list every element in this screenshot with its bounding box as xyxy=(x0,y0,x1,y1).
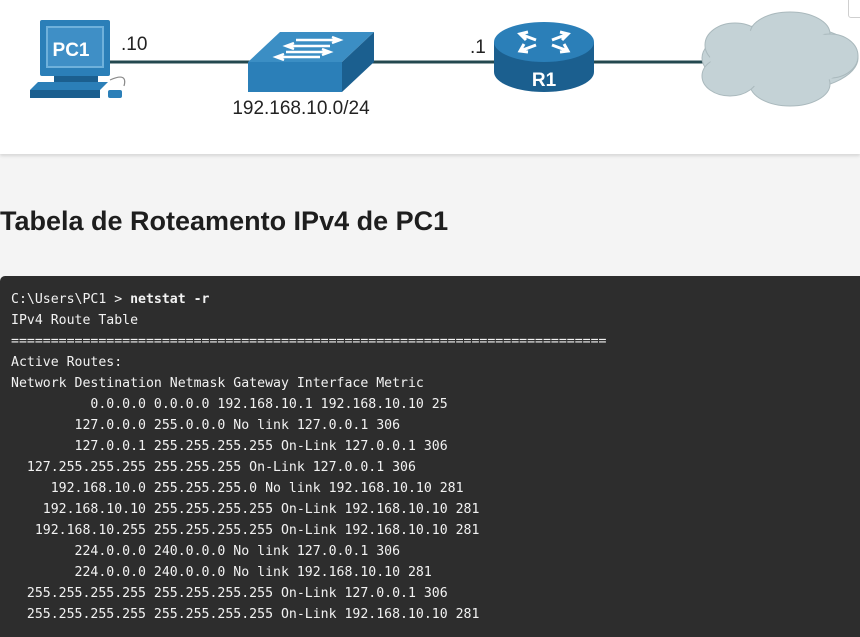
topology-svg: PC1 .10 192.168.10.0/24 .1 R1 xyxy=(30,11,859,119)
terminal-line: ========================================… xyxy=(11,334,607,349)
terminal-command: netstat -r xyxy=(130,292,210,307)
terminal-command-line: C:\Users\PC1 > netstat -r xyxy=(11,289,606,310)
terminal-line: 224.0.0.0 240.0.0.0 No link 127.0.0.1 30… xyxy=(11,544,401,559)
terminal-body: C:\Users\PC1 > netstat -r IPv4 Route Tab… xyxy=(11,289,606,625)
switch-network-label: 192.168.10.0/24 xyxy=(232,98,370,119)
network-diagram: PC1 .10 192.168.10.0/24 .1 R1 xyxy=(0,0,860,154)
terminal-line: Active Routes: xyxy=(11,355,123,370)
pc-label: PC1 xyxy=(53,40,90,61)
terminal-line: 192.168.10.0 255.255.255.0 No link 192.1… xyxy=(11,481,464,496)
terminal-line: 127.255.255.255 255.255.255 On-Link 127.… xyxy=(11,460,416,475)
router-ip-suffix: .1 xyxy=(470,37,486,58)
terminal-line: 127.0.0.0 255.0.0.0 No link 127.0.0.1 30… xyxy=(11,418,401,433)
pc-ip-suffix: .10 xyxy=(121,34,147,55)
terminal-line: 255.255.255.255 255.255.255.255 On-Link … xyxy=(11,607,480,622)
terminal-line: 0.0.0.0 0.0.0.0 192.168.10.1 192.168.10.… xyxy=(11,397,448,412)
terminal-line: 127.0.0.1 255.255.255.255 On-Link 127.0.… xyxy=(11,439,448,454)
terminal-line: Network Destination Netmask Gateway Inte… xyxy=(11,376,424,391)
terminal-prompt: C:\Users\PC1 > xyxy=(11,292,131,307)
switch-icon xyxy=(248,32,374,92)
router-label: R1 xyxy=(532,70,557,91)
terminal-line: 224.0.0.0 240.0.0.0 No link 192.168.10.1… xyxy=(11,565,432,580)
terminal-line: 192.168.10.10 255.255.255.255 On-Link 19… xyxy=(11,502,480,517)
terminal-line: IPv4 Route Table xyxy=(11,313,139,328)
page-title: Tabela de Roteamento IPv4 de PC1 xyxy=(0,206,449,236)
terminal-line: 255.255.255.255 255.255.255.255 On-Link … xyxy=(11,586,448,601)
corner-button[interactable] xyxy=(848,0,860,18)
terminal-output: C:\Users\PC1 > netstat -r IPv4 Route Tab… xyxy=(0,276,860,637)
terminal-line: 192.168.10.255 255.255.255.255 On-Link 1… xyxy=(11,523,480,538)
cloud-fill xyxy=(710,28,850,88)
